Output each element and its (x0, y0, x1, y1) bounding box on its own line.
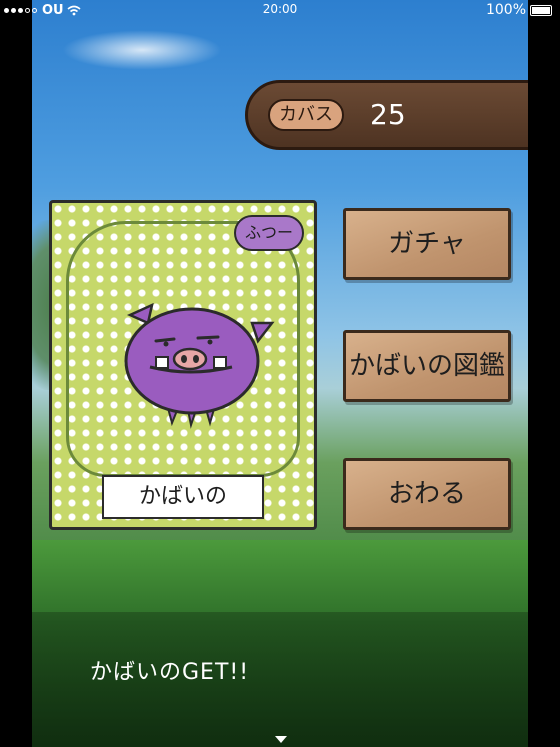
character-card: ふつー かばいの (49, 200, 317, 530)
screen: OU 20:00 100% カバス 25 ふつー かばいの ガチャ かばいの図鑑… (0, 0, 560, 747)
currency-display: カバス 25 (245, 80, 528, 150)
creature-name: かばいの (102, 475, 264, 519)
cloud (62, 30, 222, 70)
advance-arrow-icon[interactable] (275, 736, 287, 743)
creature-image (124, 302, 275, 429)
message-text: かばいのGET!! (90, 660, 250, 685)
currency-value: 25 (370, 98, 406, 131)
currency-label: カバス (268, 99, 344, 131)
status-bar: OU 20:00 100% (0, 0, 560, 22)
rarity-badge: ふつー (234, 215, 304, 251)
game-scene: カバス 25 ふつー かばいの ガチャ かばいの図鑑 おわる かばいのGET!! (32, 0, 528, 747)
gacha-button[interactable]: ガチャ (343, 208, 511, 280)
battery-percent: 100% (485, 2, 526, 18)
end-button[interactable]: おわる (343, 458, 511, 530)
battery-icon (530, 4, 552, 16)
encyclopedia-button[interactable]: かばいの図鑑 (343, 330, 511, 402)
status-time: 20:00 (262, 2, 298, 16)
status-right: 100% (486, 2, 552, 18)
